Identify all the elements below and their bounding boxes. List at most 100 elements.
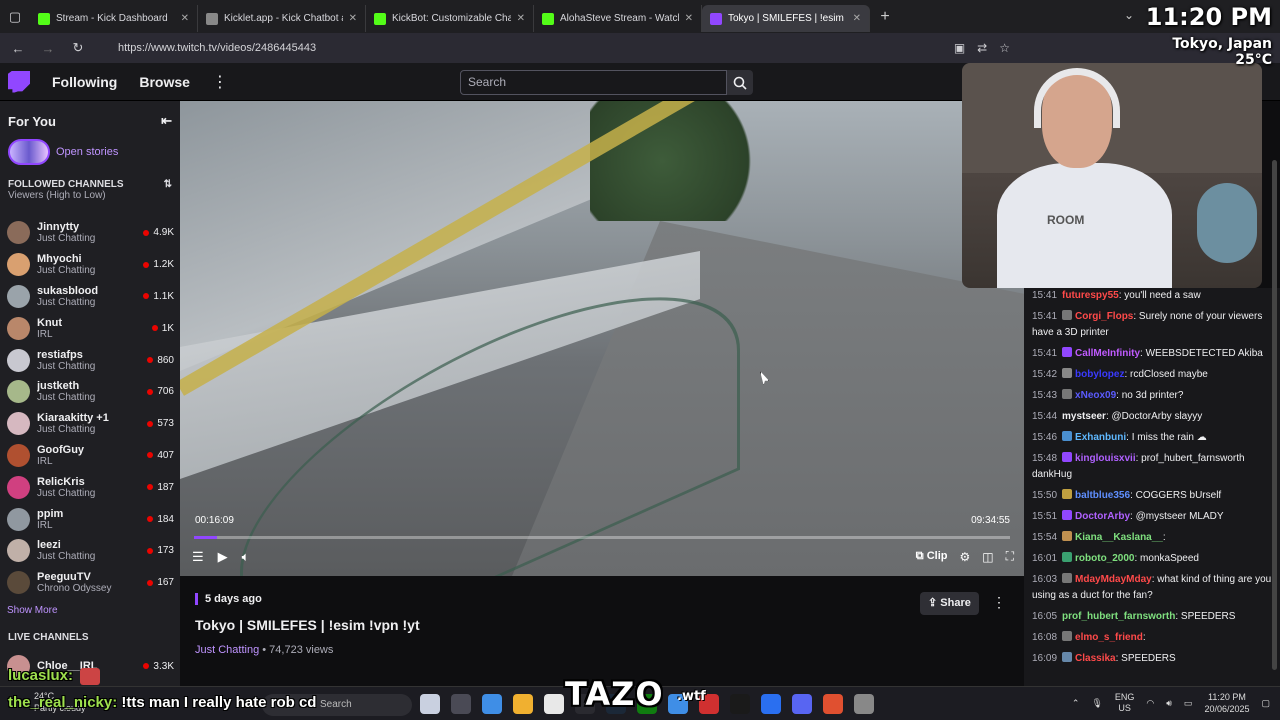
seek-bar[interactable] bbox=[194, 536, 1010, 539]
chat-username[interactable]: bobylopez bbox=[1075, 369, 1124, 380]
tab-close-icon[interactable]: ✕ bbox=[853, 13, 861, 24]
taskbar-app-icon[interactable] bbox=[513, 694, 533, 714]
more-options-icon[interactable]: ⋮ bbox=[992, 594, 1006, 611]
sidebar-channel[interactable]: Mhyochi Just Chatting 1.2K bbox=[0, 249, 180, 281]
overlay-chat-emote bbox=[80, 668, 100, 685]
microphone-icon[interactable]: 🎙︎ bbox=[1091, 698, 1102, 709]
sidebar-channel[interactable]: sukasblood Just Chatting 1.1K bbox=[0, 281, 180, 313]
battery-icon[interactable]: ▭ bbox=[1184, 698, 1193, 709]
browser-tab[interactable]: AlohaSteve Stream - Watch ✕ bbox=[534, 5, 702, 32]
sort-icon[interactable]: ⇅ bbox=[164, 179, 172, 190]
taskbar-app-icon[interactable] bbox=[823, 694, 843, 714]
nav-more-icon[interactable]: ⋮ bbox=[212, 72, 228, 92]
chat-username[interactable]: Exhanbuni bbox=[1075, 432, 1126, 443]
video-player[interactable]: 00:16:09 09:34:55 ☰ ▶ 🔈︎ ⧉ Clip ⚙ ◫ ⛶ bbox=[180, 101, 1024, 576]
taskbar-app-icon[interactable] bbox=[792, 694, 812, 714]
notification-icon[interactable]: ▢ bbox=[1261, 698, 1270, 709]
sidebar-channel[interactable]: Jinnytty Just Chatting 4.9K bbox=[0, 217, 180, 249]
new-tab-button[interactable]: + bbox=[870, 8, 900, 26]
sidebar-channel[interactable]: Kiaraakitty +1 Just Chatting 573 bbox=[0, 408, 180, 440]
browser-tab[interactable]: KickBot: Customizable Chat Bot ✕ bbox=[366, 5, 534, 32]
sidebar-channel[interactable]: GoofGuy IRL 407 bbox=[0, 440, 180, 472]
chat-username[interactable]: Kiana__Kaslana__ bbox=[1075, 532, 1163, 543]
sidebar-channel[interactable]: ppim IRL 184 bbox=[0, 503, 180, 535]
fullscreen-icon[interactable]: ⛶ bbox=[1006, 549, 1014, 564]
collapse-sidebar-icon[interactable]: ⇤ bbox=[161, 113, 172, 129]
screenshot-icon[interactable]: ▣ bbox=[954, 41, 965, 55]
chat-username[interactable]: futurespy55 bbox=[1062, 290, 1119, 301]
tab-overflow-icon[interactable]: ⌄ bbox=[1124, 8, 1134, 22]
speaker-icon[interactable]: 🔊︎ bbox=[1166, 698, 1172, 709]
sidebar-channel[interactable]: Knut IRL 1K bbox=[0, 312, 180, 344]
browser-tab[interactable]: Tokyo | SMILEFES | !esim !vp ✕ bbox=[702, 5, 870, 32]
theatre-mode-icon[interactable]: ◫ bbox=[982, 550, 993, 564]
sidebar-channel[interactable]: restiafps Just Chatting 860 bbox=[0, 344, 180, 376]
nav-following[interactable]: Following bbox=[52, 74, 117, 90]
wifi-icon[interactable]: ◠ bbox=[1146, 698, 1154, 709]
chat-username[interactable]: baltblue356 bbox=[1075, 490, 1130, 501]
show-more-link[interactable]: Show More bbox=[0, 599, 180, 616]
tab-title: Tokyo | SMILEFES | !esim !vp bbox=[728, 13, 847, 24]
chat-timestamp: 15:42 bbox=[1032, 369, 1058, 380]
chat-username[interactable]: roboto_2000 bbox=[1075, 553, 1134, 564]
url-field[interactable]: https://www.twitch.tv/videos/2486445443 bbox=[118, 42, 316, 54]
play-icon[interactable]: ▶ bbox=[218, 549, 228, 565]
tab-close-icon[interactable]: ✕ bbox=[349, 13, 357, 24]
chat-username[interactable]: prof_hubert_farnsworth bbox=[1062, 611, 1175, 622]
taskbar-app-icon[interactable] bbox=[451, 694, 471, 714]
volume-icon[interactable]: 🔈︎ bbox=[242, 549, 250, 565]
chapters-icon[interactable]: ☰ bbox=[192, 549, 204, 565]
chat-username[interactable]: kinglouisxvii bbox=[1075, 453, 1136, 464]
category-link[interactable]: Just Chatting bbox=[195, 644, 259, 656]
taskbar-app-icon[interactable] bbox=[854, 694, 874, 714]
search-button[interactable] bbox=[727, 70, 753, 95]
chat-message: 16:09 Classika: SPEEDERS bbox=[1032, 651, 1274, 667]
clip-button[interactable]: ⧉ Clip bbox=[916, 550, 948, 563]
tab-close-icon[interactable]: ✕ bbox=[685, 13, 693, 24]
reload-icon[interactable]: ↻ bbox=[68, 40, 88, 56]
sidebar-channel[interactable]: leezi Just Chatting 173 bbox=[0, 535, 180, 567]
taskbar-app-icon[interactable] bbox=[544, 694, 564, 714]
search-input[interactable]: Search bbox=[460, 70, 727, 95]
sidebar-channel[interactable]: PeeguuTV Chrono Odyssey 167 bbox=[0, 567, 180, 599]
twitch-logo-icon[interactable] bbox=[8, 70, 30, 93]
chat-badge-icon bbox=[1062, 652, 1073, 662]
viewer-count: 1.1K bbox=[153, 290, 174, 302]
chat-username[interactable]: CallMeInfinity bbox=[1075, 348, 1140, 359]
sidebar-channel[interactable]: justketh Just Chatting 706 bbox=[0, 376, 180, 408]
chat-username[interactable]: Classika bbox=[1075, 653, 1116, 664]
channel-category: Just Chatting bbox=[37, 551, 96, 563]
translate-icon[interactable]: ⇄ bbox=[977, 41, 987, 55]
chat-username[interactable]: mystseer bbox=[1062, 411, 1106, 422]
forward-icon[interactable]: → bbox=[38, 41, 58, 56]
tray-chevron-icon[interactable]: ⌃ bbox=[1072, 698, 1080, 709]
nav-browse[interactable]: Browse bbox=[139, 74, 190, 90]
back-icon[interactable]: ← bbox=[8, 41, 28, 56]
chat-username[interactable]: MdayMdayMday bbox=[1075, 574, 1152, 585]
chat-username[interactable]: elmo_s_friend bbox=[1075, 632, 1143, 643]
chat-message: 15:54 Kiana__Kaslana__: bbox=[1032, 530, 1274, 546]
browser-tab[interactable]: Kicklet.app - Kick Chatbot and ✕ bbox=[198, 5, 366, 32]
channel-avatar bbox=[7, 316, 30, 340]
taskbar-app-icon[interactable] bbox=[761, 694, 781, 714]
chat-username[interactable]: xNeox09 bbox=[1075, 390, 1116, 401]
channel-name: sukasblood bbox=[37, 284, 99, 297]
sidebar-channel[interactable]: RelicKris Just Chatting 187 bbox=[0, 471, 180, 503]
taskbar-app-icon[interactable] bbox=[482, 694, 502, 714]
channel-name: Knut bbox=[37, 316, 63, 329]
taskbar-app-icon[interactable] bbox=[420, 694, 440, 714]
open-stories[interactable]: Open stories bbox=[0, 129, 180, 165]
page-scrollbar[interactable] bbox=[1272, 160, 1277, 670]
tab-list-icon[interactable]: ▢ bbox=[0, 0, 30, 33]
tab-close-icon[interactable]: ✕ bbox=[517, 13, 525, 24]
bookmark-star-icon[interactable]: ☆ bbox=[999, 41, 1010, 55]
tab-close-icon[interactable]: ✕ bbox=[181, 13, 189, 24]
settings-gear-icon[interactable]: ⚙ bbox=[959, 550, 970, 564]
browser-tab[interactable]: Stream - Kick Dashboard ✕ bbox=[30, 5, 198, 32]
taskbar-app-icon[interactable] bbox=[730, 694, 750, 714]
chat-username[interactable]: Corgi_Flops bbox=[1075, 311, 1133, 322]
chat-username[interactable]: DoctorArby bbox=[1075, 511, 1130, 522]
share-button[interactable]: ⇪ Share bbox=[920, 592, 979, 615]
taskbar-clock[interactable]: 11:20 PM 20/06/2025 bbox=[1204, 691, 1249, 715]
language-indicator[interactable]: ENG US bbox=[1115, 692, 1135, 714]
